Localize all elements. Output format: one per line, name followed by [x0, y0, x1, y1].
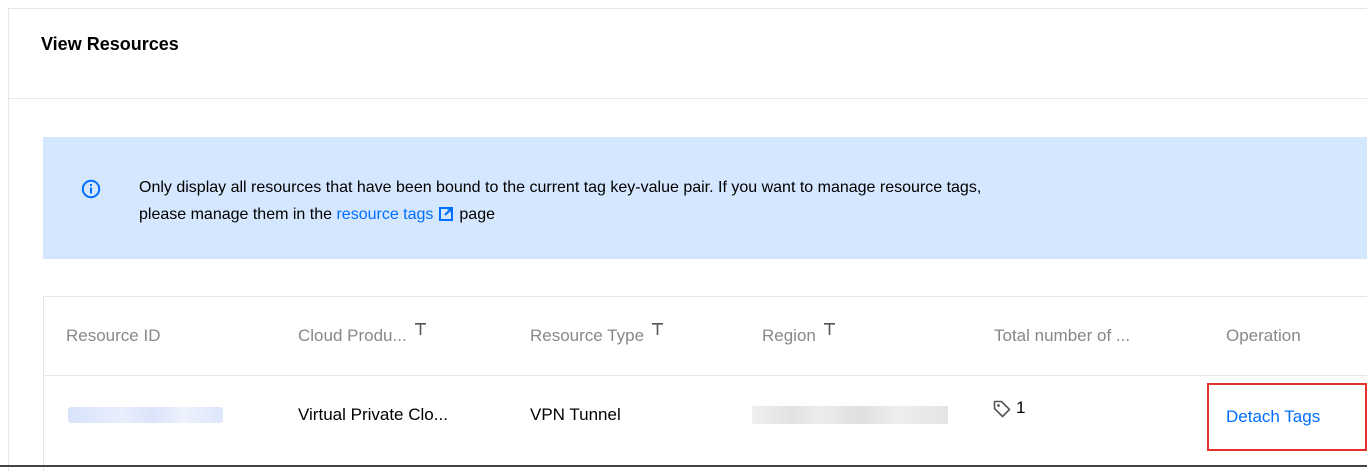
page-title: View Resources — [41, 34, 179, 54]
cloud-product-value: Virtual Private Clo... — [298, 405, 448, 424]
table-row: Virtual Private Clo... VPN Tunnel 1 Deta… — [44, 375, 1367, 455]
column-label: Resource Type — [530, 326, 645, 345]
column-label: Resource ID — [66, 326, 161, 345]
resource-type-cell: VPN Tunnel — [530, 375, 621, 455]
region-cell — [752, 375, 948, 455]
info-notice: Only display all resources that have bee… — [43, 137, 1367, 259]
view-resources-panel: View Resources Only display all resource… — [8, 8, 1367, 471]
notice-text-suffix: page — [459, 206, 495, 223]
column-label: Cloud Produ... — [298, 326, 407, 345]
column-label: Total number of ... — [994, 326, 1131, 345]
resource-id-cell[interactable] — [68, 375, 223, 455]
column-label: Operation — [1226, 326, 1301, 345]
tag-icon — [993, 400, 1011, 418]
filter-icon[interactable] — [652, 323, 664, 335]
redacted-resource-id[interactable] — [68, 407, 223, 423]
detach-tags-button[interactable]: Detach Tags — [1226, 385, 1320, 449]
resource-type-value: VPN Tunnel — [530, 405, 621, 424]
filter-icon[interactable] — [823, 323, 835, 335]
table-header: Resource ID Cloud Produ... Resource Type… — [44, 297, 1367, 376]
tag-count-value[interactable]: 1 — [1016, 398, 1025, 418]
info-circle-icon — [81, 179, 101, 199]
resources-table: Resource ID Cloud Produ... Resource Type… — [43, 296, 1367, 471]
column-header-operation: Operation — [1226, 297, 1301, 375]
notice-text-prefix: please manage them in the — [139, 206, 337, 223]
cloud-product-cell: Virtual Private Clo... — [298, 375, 448, 455]
bottom-divider — [0, 465, 1367, 467]
filter-icon[interactable] — [414, 323, 426, 335]
notice-text-line2: please manage them in the resource tags … — [139, 201, 1367, 228]
notice-text-line1: Only display all resources that have bee… — [139, 179, 982, 196]
column-label: Region — [762, 326, 816, 345]
tag-count-cell[interactable]: 1 — [992, 375, 1025, 455]
redacted-region — [752, 406, 948, 424]
column-header-cloud-product: Cloud Produ... — [298, 297, 426, 375]
resource-tags-link[interactable]: resource tags — [336, 206, 433, 223]
external-link-icon[interactable] — [439, 207, 454, 221]
column-header-region: Region — [762, 297, 835, 375]
panel-header: View Resources — [9, 9, 1367, 99]
column-header-total-tags: Total number of ... — [994, 297, 1130, 375]
column-header-resource-id: Resource ID — [66, 297, 160, 375]
column-header-resource-type: Resource Type — [530, 297, 664, 375]
detach-tags-highlight: Detach Tags — [1207, 383, 1367, 451]
